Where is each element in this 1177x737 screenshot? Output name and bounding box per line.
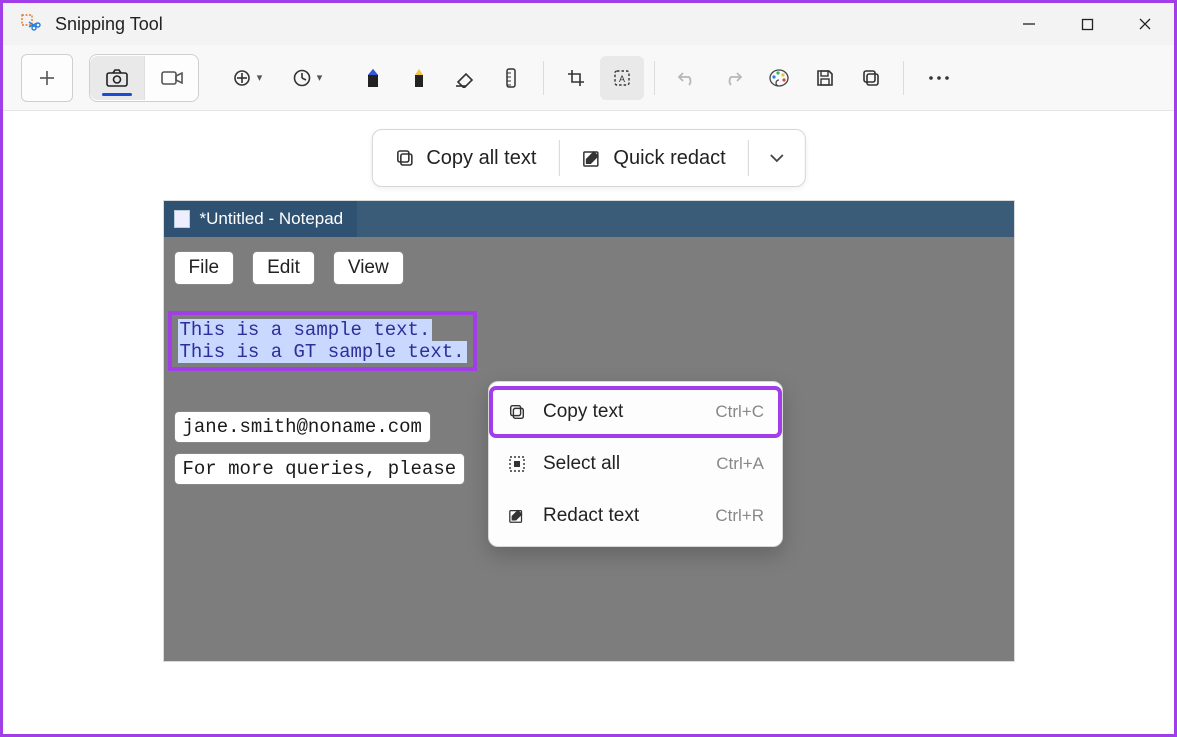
notepad-menu-file: File xyxy=(174,251,235,285)
notepad-menu-view: View xyxy=(333,251,404,285)
window-titlebar: Snipping Tool xyxy=(3,3,1174,45)
undo-button[interactable] xyxy=(665,56,709,100)
toolbar-separator xyxy=(903,61,904,95)
toolbar-separator xyxy=(654,61,655,95)
close-button[interactable] xyxy=(1116,3,1174,45)
main-toolbar: ▾ ▾ A xyxy=(3,45,1174,111)
redact-icon xyxy=(581,148,601,168)
redo-button[interactable] xyxy=(711,56,755,100)
copy-all-text-button[interactable]: Copy all text xyxy=(372,130,558,186)
new-snip-button[interactable] xyxy=(21,54,73,102)
minimize-button[interactable] xyxy=(1000,3,1058,45)
context-redact-shortcut: Ctrl+R xyxy=(715,506,764,526)
copy-icon xyxy=(394,148,414,168)
ocr-selection-highlight[interactable]: This is a sample text. This is a GT samp… xyxy=(168,311,477,371)
context-select-all-shortcut: Ctrl+A xyxy=(716,454,764,474)
app-title: Snipping Tool xyxy=(55,14,163,35)
svg-text:A: A xyxy=(619,74,625,84)
quick-redact-label: Quick redact xyxy=(613,147,725,170)
notepad-tab-title: *Untitled - Notepad xyxy=(200,209,344,229)
context-copy-shortcut: Ctrl+C xyxy=(715,402,764,422)
active-mode-indicator xyxy=(102,93,132,96)
eraser-tool-button[interactable] xyxy=(443,56,487,100)
ocr-line-more: For more queries, please xyxy=(174,453,466,485)
notepad-tab: *Untitled - Notepad xyxy=(164,201,358,237)
copy-all-text-label: Copy all text xyxy=(426,147,536,170)
copy-button[interactable] xyxy=(849,56,893,100)
notepad-titlebar: *Untitled - Notepad xyxy=(164,201,1014,237)
context-select-all[interactable]: Select all Ctrl+A xyxy=(489,438,782,490)
context-redact-label: Redact text xyxy=(543,505,639,527)
quick-redact-button[interactable]: Quick redact xyxy=(559,130,747,186)
chevron-down-icon: ▾ xyxy=(257,71,263,84)
more-options-button[interactable] xyxy=(914,56,964,100)
crop-tool-button[interactable] xyxy=(554,56,598,100)
context-redact-text[interactable]: Redact text Ctrl+R xyxy=(489,490,782,542)
context-copy-text[interactable]: Copy text Ctrl+C xyxy=(489,386,782,438)
notepad-menu-edit: Edit xyxy=(252,251,315,285)
pen-tool-button[interactable] xyxy=(351,56,395,100)
select-all-icon xyxy=(507,455,527,473)
editor-canvas-area: Copy all text Quick redact *Untitled - N… xyxy=(3,111,1174,734)
save-button[interactable] xyxy=(803,56,847,100)
copy-icon xyxy=(507,403,527,421)
delay-dropdown[interactable]: ▾ xyxy=(285,56,329,100)
snipping-tool-icon xyxy=(21,14,41,34)
notepad-menu: File Edit View xyxy=(164,237,1014,299)
toolbar-separator xyxy=(543,61,544,95)
context-copy-label: Copy text xyxy=(543,401,623,423)
text-actions-button[interactable]: A xyxy=(600,56,644,100)
highlighter-tool-button[interactable] xyxy=(397,56,441,100)
context-select-all-label: Select all xyxy=(543,453,620,475)
ocr-line-2: This is a GT sample text. xyxy=(178,341,467,363)
text-actions-dropdown[interactable] xyxy=(749,130,805,186)
ruler-tool-button[interactable] xyxy=(489,56,533,100)
edit-in-paint-button[interactable] xyxy=(757,56,801,100)
capture-mode-group xyxy=(89,54,199,102)
ocr-line-1: This is a sample text. xyxy=(178,319,433,341)
document-icon xyxy=(174,210,190,228)
maximize-button[interactable] xyxy=(1058,3,1116,45)
snip-shape-dropdown[interactable]: ▾ xyxy=(225,56,269,100)
video-mode-button[interactable] xyxy=(144,56,198,100)
ocr-line-email: jane.smith@noname.com xyxy=(174,411,431,443)
text-context-menu: Copy text Ctrl+C Select all Ctrl+A Redac… xyxy=(488,381,783,547)
camera-mode-button[interactable] xyxy=(90,56,144,100)
text-actions-bar: Copy all text Quick redact xyxy=(371,129,805,187)
redact-icon xyxy=(507,507,527,525)
chevron-down-icon: ▾ xyxy=(317,71,323,84)
